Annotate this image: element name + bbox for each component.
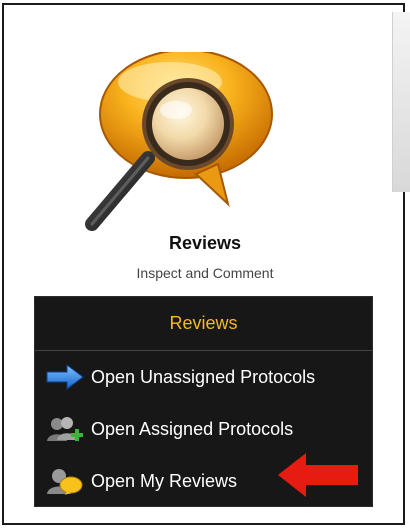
- blue-arrow-icon: [45, 361, 91, 393]
- menu-header: Reviews: [35, 297, 372, 351]
- menu-item-label: Open My Reviews: [91, 470, 238, 491]
- users-add-icon: [45, 413, 91, 445]
- user-review-icon: [45, 465, 91, 497]
- adjacent-tile-edge: [392, 12, 410, 192]
- menu-item-open-unassigned-protocols[interactable]: Open Unassigned Protocols: [35, 351, 372, 403]
- menu-item-label: Open Assigned Protocols: [91, 418, 294, 439]
- magnifier-speech-bubble-icon[interactable]: [78, 52, 278, 242]
- red-arrow-pointer-icon: [278, 453, 358, 497]
- tile-subtitle: Inspect and Comment: [136, 265, 274, 281]
- menu-item-label: Open Unassigned Protocols: [91, 366, 316, 387]
- menu-item-open-assigned-protocols[interactable]: Open Assigned Protocols: [35, 403, 372, 455]
- tile-title[interactable]: Reviews: [0, 233, 410, 254]
